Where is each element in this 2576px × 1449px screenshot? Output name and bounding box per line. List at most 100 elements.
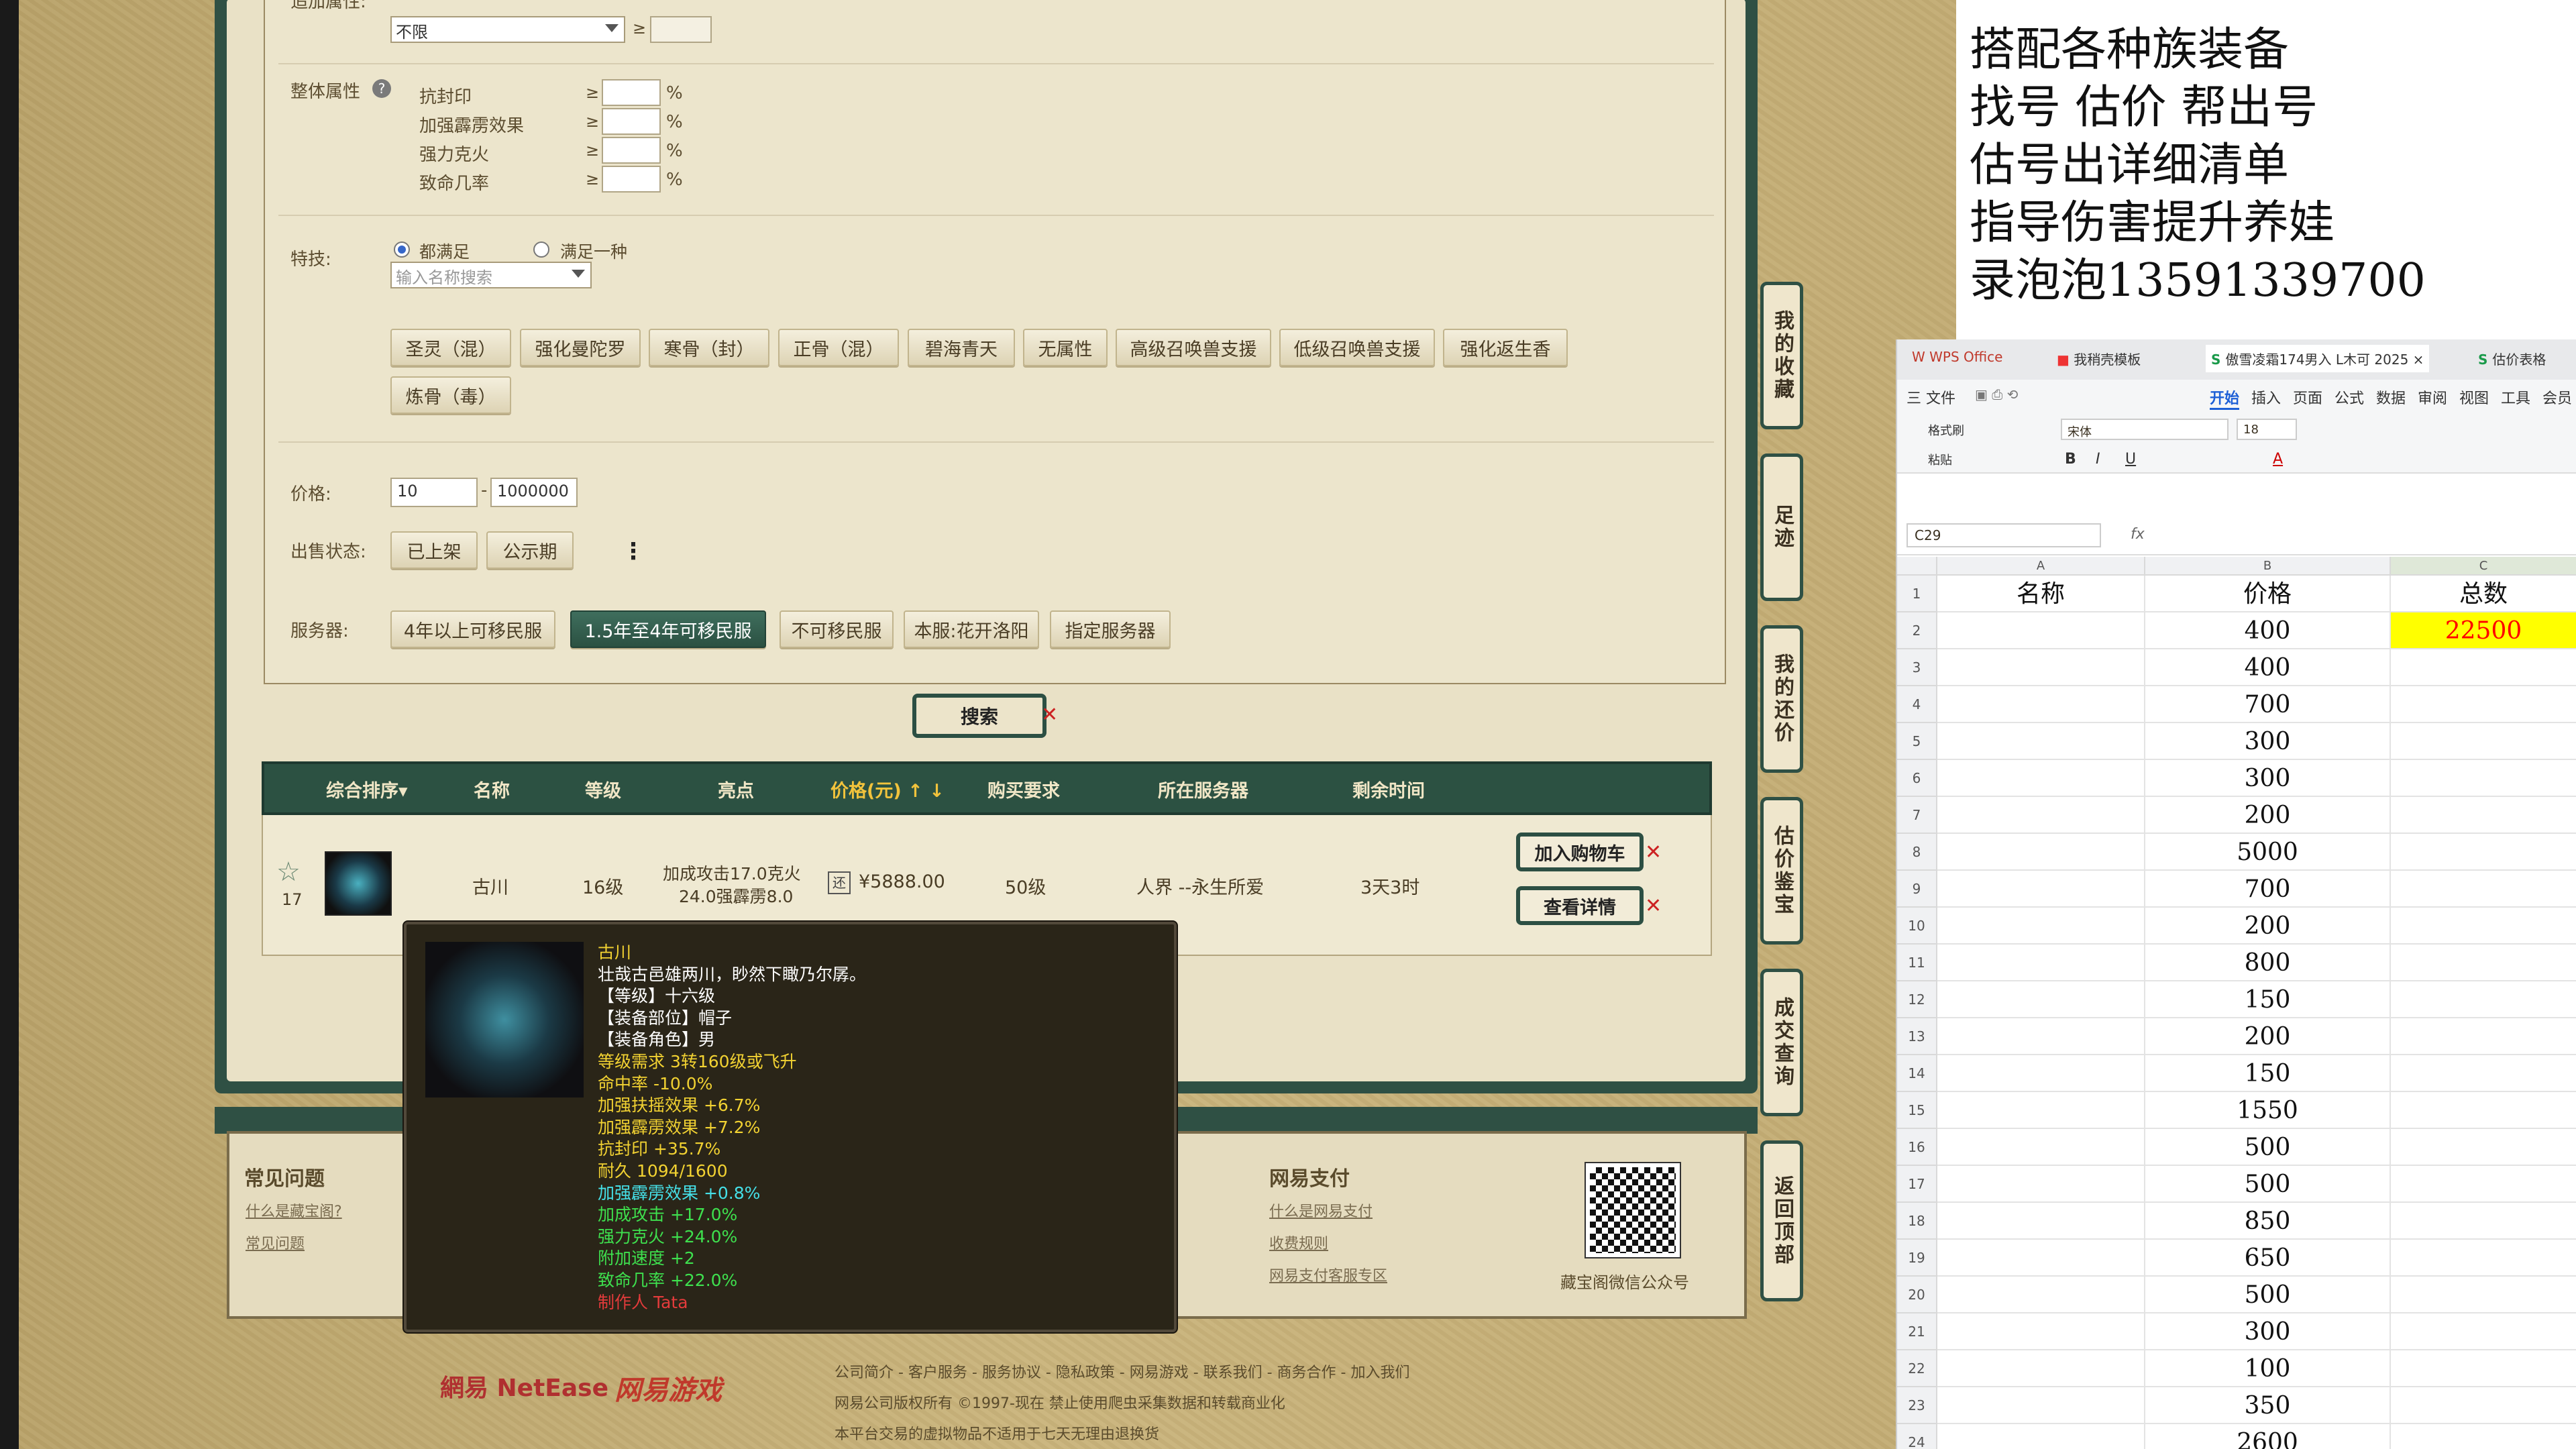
server-chip-selected[interactable]: 1.5年至4年可移民服 xyxy=(570,610,766,648)
grid-cell[interactable] xyxy=(2391,1129,2576,1166)
grid-cell[interactable]: 5000 xyxy=(2145,834,2391,871)
grid-cell[interactable] xyxy=(1937,1203,2145,1240)
grid-cell[interactable]: 400 xyxy=(2145,612,2391,649)
row-header[interactable]: 20 xyxy=(1897,1277,1937,1313)
fx-icon[interactable]: fx xyxy=(2131,526,2145,543)
grid-cell[interactable]: 700 xyxy=(2145,871,2391,908)
skill-chip[interactable]: 圣灵（混） xyxy=(390,329,511,366)
tab-counter-offer[interactable]: 我的还价 xyxy=(1760,625,1803,773)
row-header[interactable]: 13 xyxy=(1897,1018,1937,1055)
skill-chip[interactable]: 无属性 xyxy=(1023,329,1108,366)
attr-input[interactable] xyxy=(602,137,661,164)
grid-cell[interactable] xyxy=(1937,1129,2145,1166)
grid-cell[interactable]: 500 xyxy=(2145,1129,2391,1166)
row-header[interactable]: 3 xyxy=(1897,649,1937,686)
corner-cell[interactable] xyxy=(1897,557,1937,576)
extra-attr-dropdown[interactable]: 不限 xyxy=(390,16,625,43)
grid-cell[interactable]: 400 xyxy=(2145,649,2391,686)
grid-cell[interactable] xyxy=(2391,871,2576,908)
grid-cell[interactable] xyxy=(2391,797,2576,834)
grid-cell[interactable]: 300 xyxy=(2145,1313,2391,1350)
skill-chip[interactable]: 炼骨（毒） xyxy=(390,376,511,414)
row-header[interactable]: 1 xyxy=(1897,576,1937,612)
menu-data[interactable]: 数据 xyxy=(2376,386,2406,408)
skill-chip[interactable]: 低级召唤兽支援 xyxy=(1279,329,1435,366)
row-header[interactable]: 10 xyxy=(1897,908,1937,945)
tab-transactions[interactable]: 成交查询 xyxy=(1760,969,1803,1116)
grid-cell[interactable]: 300 xyxy=(2145,760,2391,797)
grid-cell[interactable] xyxy=(1937,1166,2145,1203)
menu-tools[interactable]: 工具 xyxy=(2501,386,2530,408)
grid-cell[interactable]: 800 xyxy=(2145,945,2391,981)
row-header[interactable]: 5 xyxy=(1897,723,1937,760)
calculator-icon[interactable]: 还 xyxy=(828,871,851,894)
server-chip[interactable]: 不可移民服 xyxy=(780,610,894,648)
row-header[interactable]: 4 xyxy=(1897,686,1937,723)
row-header[interactable]: 15 xyxy=(1897,1092,1937,1129)
grid-cell[interactable] xyxy=(1937,1350,2145,1387)
save-icon[interactable]: ▣ ⎙ ⟲ xyxy=(1975,386,2018,402)
price-min-input[interactable]: 10 xyxy=(390,478,478,507)
grid-cell[interactable] xyxy=(2391,649,2576,686)
grid-cell[interactable] xyxy=(2391,1424,2576,1449)
grid-cell[interactable] xyxy=(1937,1387,2145,1424)
tab-back-to-top[interactable]: 返回顶部 xyxy=(1760,1140,1803,1301)
grid-cell[interactable] xyxy=(2391,686,2576,723)
tab-appraisal[interactable]: 估价鉴宝 xyxy=(1760,797,1803,945)
row-header[interactable]: 2 xyxy=(1897,612,1937,649)
font-size-select[interactable]: 18 xyxy=(2237,419,2297,440)
faq-link[interactable]: 什么是藏宝阁? xyxy=(246,1199,342,1221)
skill-chip[interactable]: 强化曼陀罗 xyxy=(520,329,641,366)
grid-cell[interactable]: 650 xyxy=(2145,1240,2391,1277)
more-icon[interactable]: ⋮ xyxy=(622,538,645,565)
header-cell[interactable]: 总数 xyxy=(2391,576,2576,612)
grid-cell[interactable] xyxy=(1937,1055,2145,1092)
grid-cell[interactable] xyxy=(1937,908,2145,945)
menu-review[interactable]: 审阅 xyxy=(2418,386,2447,408)
row-header[interactable]: 9 xyxy=(1897,871,1937,908)
grid-cell[interactable] xyxy=(2391,1203,2576,1240)
header-price[interactable]: 价格(元) ↑ ↓ xyxy=(830,776,945,802)
grid-cell[interactable]: 150 xyxy=(2145,981,2391,1018)
skill-chip[interactable]: 正骨（混） xyxy=(778,329,899,366)
attr-input[interactable] xyxy=(602,108,661,135)
column-header[interactable]: C xyxy=(2391,557,2576,576)
grid-cell[interactable] xyxy=(2391,834,2576,871)
radio-any[interactable] xyxy=(533,241,549,258)
grid-cell[interactable]: 200 xyxy=(2145,1018,2391,1055)
paste-button[interactable]: 粘贴 xyxy=(1928,451,1952,468)
tab-footprint[interactable]: 足迹 xyxy=(1760,453,1803,601)
grid-cell[interactable] xyxy=(2391,760,2576,797)
price-max-input[interactable]: 1000000 xyxy=(490,478,578,507)
skill-chip[interactable]: 强化返生香 xyxy=(1443,329,1568,366)
grid-cell[interactable]: 200 xyxy=(2145,797,2391,834)
pay-link[interactable]: 什么是网易支付 xyxy=(1269,1199,1373,1221)
spreadsheet-grid[interactable]: A B C 1 名称 价格 总数 2 400 22500 3 400 4 700 5 300 6 300 7 2… xyxy=(1897,557,2576,1449)
attr-input[interactable] xyxy=(602,166,661,193)
sale-chip-public[interactable]: 公示期 xyxy=(486,531,574,569)
grid-cell[interactable]: 100 xyxy=(2145,1350,2391,1387)
grid-cell[interactable]: 850 xyxy=(2145,1203,2391,1240)
item-thumbnail[interactable] xyxy=(325,851,392,916)
grid-cell[interactable] xyxy=(1937,649,2145,686)
menu-view[interactable]: 视图 xyxy=(2459,386,2489,408)
item-name[interactable]: 古川 xyxy=(472,873,508,899)
grid-cell[interactable]: 700 xyxy=(2145,686,2391,723)
grid-cell[interactable] xyxy=(2391,908,2576,945)
grid-cell[interactable]: 150 xyxy=(2145,1055,2391,1092)
grid-cell[interactable]: 300 xyxy=(2145,723,2391,760)
row-header[interactable]: 23 xyxy=(1897,1387,1937,1424)
pay-link[interactable]: 网易支付客服专区 xyxy=(1269,1264,1387,1285)
sort-header[interactable]: 综合排序▾ xyxy=(326,776,408,802)
italic-icon[interactable]: I xyxy=(2096,451,2100,468)
server-chip[interactable]: 4年以上可移民服 xyxy=(390,610,555,648)
row-header[interactable]: 17 xyxy=(1897,1166,1937,1203)
grid-cell[interactable] xyxy=(2391,1018,2576,1055)
pay-link[interactable]: 收费规则 xyxy=(1269,1232,1328,1253)
grid-cell[interactable]: 2600 xyxy=(2145,1424,2391,1449)
grid-cell[interactable] xyxy=(1937,1424,2145,1449)
grid-cell[interactable] xyxy=(2391,1350,2576,1387)
row-header[interactable]: 11 xyxy=(1897,945,1937,981)
search-button[interactable]: 搜索 xyxy=(912,694,1046,738)
row-header[interactable]: 24 xyxy=(1897,1424,1937,1449)
